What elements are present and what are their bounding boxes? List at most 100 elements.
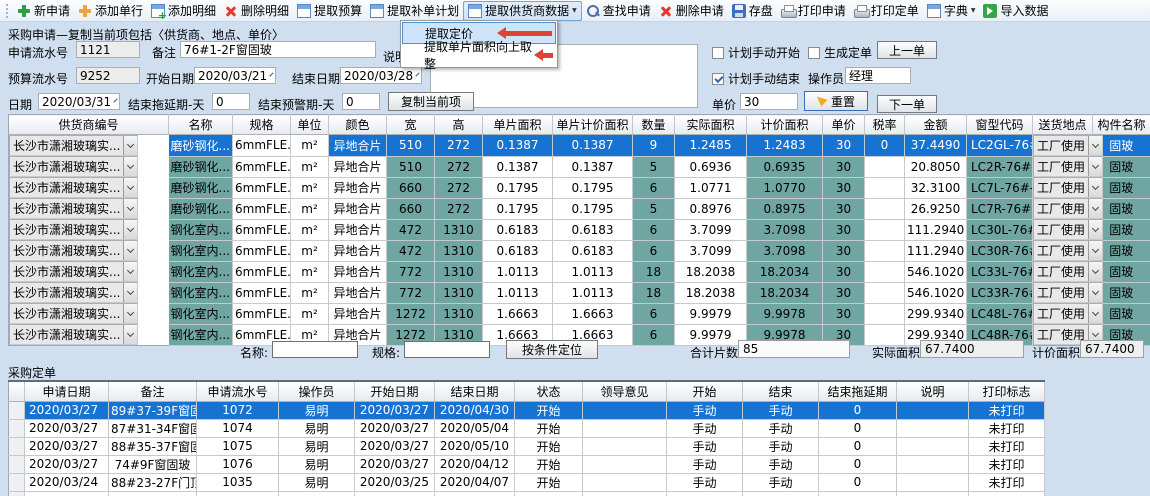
table-cell[interactable]: 0: [819, 473, 897, 491]
table-cell[interactable]: 32.3100: [905, 177, 967, 198]
table-cell[interactable]: 37.4490: [905, 135, 967, 157]
table-cell[interactable]: 2020/03/27: [25, 455, 109, 473]
table-cell[interactable]: 546.1020: [905, 261, 967, 282]
table-cell[interactable]: 异地合片: [329, 219, 387, 240]
table-cell[interactable]: 6: [633, 177, 675, 198]
table-cell[interactable]: 1.6663: [483, 303, 553, 324]
table-cell[interactable]: 1076: [197, 455, 279, 473]
table-cell[interactable]: 长沙市潇湘玻璃实...: [9, 135, 138, 156]
table-cell[interactable]: 0: [819, 455, 897, 473]
table-cell[interactable]: [667, 491, 743, 496]
table-cell[interactable]: 长沙市潇湘玻璃实...: [9, 240, 138, 261]
toolbar-button-new-request[interactable]: 新申请: [13, 1, 74, 21]
table-cell[interactable]: 6mmFLE...: [233, 282, 291, 303]
table-cell[interactable]: 易明: [279, 473, 355, 491]
table-cell[interactable]: [435, 491, 515, 496]
toolbar-button-add-detail[interactable]: 添加明细: [147, 1, 220, 21]
table-cell[interactable]: 1310: [435, 240, 483, 261]
table-cell[interactable]: 工厂使用: [1033, 303, 1103, 324]
table-cell[interactable]: 272: [435, 177, 483, 198]
table-cell[interactable]: [865, 261, 905, 282]
budget-serial-field[interactable]: 9252: [76, 67, 140, 84]
table-cell[interactable]: 510: [387, 156, 435, 177]
table-cell[interactable]: m²: [291, 261, 329, 282]
end-warn-field[interactable]: 0: [342, 93, 380, 110]
chevron-down-icon[interactable]: [123, 262, 137, 281]
table-cell[interactable]: 长沙市潇湘玻璃实...: [9, 198, 138, 219]
table-cell[interactable]: 18.2034: [747, 261, 823, 282]
table-cell[interactable]: 未打印: [969, 437, 1045, 455]
table-row[interactable]: 长沙市潇湘玻璃实...钢化室内...6mmFLE...m²异地合片1272131…: [9, 303, 1150, 324]
table-cell[interactable]: 0.1387: [553, 156, 633, 177]
table-cell[interactable]: [743, 491, 819, 496]
table-cell[interactable]: 手动: [743, 419, 819, 437]
table-cell[interactable]: 88#35-37F窗固玻: [109, 437, 197, 455]
table-cell[interactable]: 钢化室内...: [169, 219, 233, 240]
table-cell[interactable]: 0.8975: [747, 198, 823, 219]
table-cell[interactable]: 6mmFLE...: [233, 240, 291, 261]
chevron-down-icon[interactable]: [1088, 304, 1102, 323]
chevron-down-icon[interactable]: [1088, 157, 1102, 176]
table-cell[interactable]: [897, 491, 969, 496]
chevron-down-icon[interactable]: [123, 136, 137, 155]
table-cell[interactable]: 工厂使用: [1033, 240, 1103, 261]
table-cell[interactable]: 开始: [515, 455, 583, 473]
table-cell[interactable]: 1.2485: [675, 135, 747, 157]
toolbar-button-dictionary[interactable]: 字典▼: [923, 1, 980, 21]
table-cell[interactable]: 772: [387, 261, 435, 282]
table-cell[interactable]: 5: [633, 198, 675, 219]
table-cell[interactable]: 6mmFLE...: [233, 219, 291, 240]
table-cell[interactable]: [897, 419, 969, 437]
table-cell[interactable]: 长沙市潇湘玻璃实...: [9, 324, 138, 345]
table-cell[interactable]: 2020/05/10: [435, 437, 515, 455]
table-cell[interactable]: 1310: [435, 303, 483, 324]
table-cell[interactable]: 2020/04/12: [435, 455, 515, 473]
table-cell[interactable]: 30: [823, 135, 865, 157]
table-cell[interactable]: 546.1020: [905, 282, 967, 303]
table-cell[interactable]: 2020/03/27: [355, 419, 435, 437]
table-cell[interactable]: m²: [291, 219, 329, 240]
table-cell[interactable]: 3.7098: [747, 240, 823, 261]
next-order-button[interactable]: 下一单: [877, 95, 937, 113]
table-cell[interactable]: 手动: [743, 455, 819, 473]
table-cell[interactable]: 0.1795: [553, 198, 633, 219]
table-cell[interactable]: LC2R-76#-1F: [967, 156, 1033, 177]
table-cell[interactable]: [897, 473, 969, 491]
table-cell[interactable]: 易明: [279, 455, 355, 473]
table-row[interactable]: 2020/03/2488#23-27F门顶玻1035易明2020/03/2520…: [9, 473, 1045, 491]
table-cell[interactable]: 开始: [515, 437, 583, 455]
table-cell[interactable]: 1.2483: [747, 135, 823, 157]
chevron-down-icon[interactable]: ▼: [572, 7, 577, 14]
table-cell[interactable]: 30: [823, 261, 865, 282]
table-cell[interactable]: [583, 437, 667, 455]
table-cell[interactable]: 1.0113: [553, 261, 633, 282]
locate-by-condition-button[interactable]: 按条件定位: [506, 340, 598, 359]
table-cell[interactable]: 6mmFLE...: [233, 177, 291, 198]
table-cell[interactable]: 2020/05/04: [435, 419, 515, 437]
chevron-down-icon[interactable]: [270, 72, 274, 76]
table-cell[interactable]: 0.1795: [483, 198, 553, 219]
table-cell[interactable]: 1.0113: [483, 261, 553, 282]
table-cell[interactable]: 异地合片: [329, 198, 387, 219]
table-cell[interactable]: m²: [291, 156, 329, 177]
table-cell[interactable]: 1074: [197, 419, 279, 437]
chevron-down-icon[interactable]: [1088, 178, 1102, 197]
date-picker[interactable]: 2020/03/31: [38, 93, 120, 110]
table-row[interactable]: 长沙市潇湘玻璃实...钢化室内...6mmFLE...m²异地合片7721310…: [9, 261, 1150, 282]
table-cell[interactable]: 26.9250: [905, 198, 967, 219]
table-cell[interactable]: 2020/03/27: [25, 437, 109, 455]
table-cell[interactable]: 3.7099: [675, 240, 747, 261]
table-cell[interactable]: LC7L-76#-1FO: [967, 177, 1033, 198]
table-cell[interactable]: 89#37-39F窗固玻: [109, 401, 197, 419]
table-cell[interactable]: 手动: [667, 401, 743, 419]
chevron-down-icon[interactable]: [123, 304, 137, 323]
table-cell[interactable]: 0.1795: [483, 177, 553, 198]
table-cell[interactable]: 1.0113: [483, 282, 553, 303]
table-cell[interactable]: [865, 282, 905, 303]
chevron-down-icon[interactable]: [1088, 262, 1102, 281]
table-cell[interactable]: 9.9978: [747, 303, 823, 324]
toolbar-button-add-row[interactable]: 添加单行: [74, 1, 147, 21]
table-cell[interactable]: 18.2038: [675, 261, 747, 282]
table-cell[interactable]: 9: [633, 135, 675, 157]
table-cell[interactable]: 472: [387, 219, 435, 240]
